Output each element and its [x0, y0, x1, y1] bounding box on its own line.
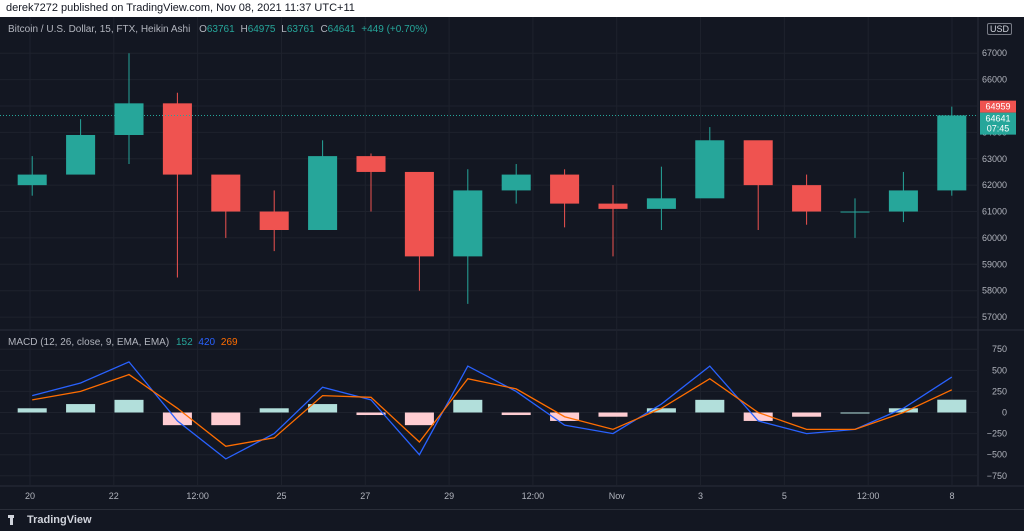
- candle-body[interactable]: [356, 156, 386, 172]
- candle-body[interactable]: [162, 103, 192, 175]
- candle-body[interactable]: [598, 203, 628, 209]
- candle-body[interactable]: [259, 211, 289, 230]
- macd-tick-label: 0: [1002, 408, 1007, 418]
- candle-body[interactable]: [792, 185, 822, 212]
- candle-body[interactable]: [453, 190, 483, 257]
- time-tick-label: 5: [782, 491, 787, 501]
- last-price-label: 64641: [985, 114, 1010, 124]
- macd-hist-value: 152: [175, 337, 193, 348]
- candle-body[interactable]: [937, 115, 967, 191]
- candle-body[interactable]: [695, 140, 725, 199]
- price-tick-label: 60000: [982, 233, 1007, 243]
- macd-tick-label: 250: [992, 386, 1007, 396]
- macd-tick-label: −750: [987, 471, 1007, 481]
- tradingview-logo[interactable]: TradingView: [8, 514, 92, 526]
- candle-body[interactable]: [501, 174, 531, 191]
- macd-tick-label: 500: [992, 365, 1007, 375]
- price-tick-label: 59000: [982, 259, 1007, 269]
- macd-histogram-bar[interactable]: [598, 412, 628, 417]
- macd-title[interactable]: MACD (12, 26, close, 9, EMA, EMA): [8, 337, 169, 348]
- high-value: 64975: [247, 24, 276, 35]
- price-tick-label: 63000: [982, 154, 1007, 164]
- tradingview-logo-icon: [8, 515, 22, 525]
- open-value: 63761: [206, 24, 235, 35]
- high-price-label: 64959: [985, 102, 1010, 112]
- macd-line[interactable]: [32, 361, 953, 460]
- macd-histogram-bar[interactable]: [695, 399, 725, 413]
- macd-legend: MACD (12, 26, close, 9, EMA, EMA) 152 42…: [8, 337, 238, 348]
- close-label: C: [320, 24, 328, 35]
- macd-histogram-bar[interactable]: [840, 412, 870, 414]
- chart-svg[interactable]: 6700066000650006400063000620006100060000…: [0, 0, 1024, 509]
- macd-tick-label: −500: [987, 450, 1007, 460]
- candle-body[interactable]: [840, 211, 870, 213]
- macd-tick-label: 750: [992, 344, 1007, 354]
- candle-body[interactable]: [550, 174, 580, 204]
- change-value: +449 (+0.70%): [361, 24, 428, 35]
- macd-histogram-bar[interactable]: [404, 412, 434, 426]
- time-tick-label: 20: [25, 491, 35, 501]
- candle-body[interactable]: [308, 156, 338, 230]
- macd-histogram-bar[interactable]: [501, 412, 531, 416]
- time-tick-label: 12:00: [857, 491, 880, 501]
- time-tick-label: 22: [109, 491, 119, 501]
- macd-histogram-bar[interactable]: [453, 399, 483, 413]
- macd-histogram-bar[interactable]: [162, 412, 192, 426]
- macd-signal-value: 269: [220, 337, 238, 348]
- currency-label[interactable]: USD: [987, 23, 1013, 35]
- candle-body[interactable]: [743, 140, 773, 186]
- macd-line-value: 420: [198, 337, 216, 348]
- low-value: 63761: [286, 24, 315, 35]
- price-tick-label: 58000: [982, 286, 1007, 296]
- macd-histogram-bar[interactable]: [211, 412, 241, 426]
- time-tick-label: 25: [276, 491, 286, 501]
- macd-histogram-bar[interactable]: [356, 412, 386, 416]
- price-tick-label: 67000: [982, 48, 1007, 58]
- candle-body[interactable]: [114, 103, 144, 135]
- close-value: 64641: [327, 24, 356, 35]
- macd-tick-label: −250: [987, 429, 1007, 439]
- time-tick-label: 12:00: [186, 491, 209, 501]
- macd-histogram-bar[interactable]: [17, 408, 47, 413]
- price-tick-label: 62000: [982, 180, 1007, 190]
- bar-countdown-label: 07:45: [987, 124, 1010, 134]
- macd-histogram-bar[interactable]: [937, 399, 967, 413]
- price-legend: Bitcoin / U.S. Dollar, 15, FTX, Heikin A…: [8, 24, 427, 35]
- macd-histogram-bar[interactable]: [792, 412, 822, 417]
- time-tick-label: 27: [360, 491, 370, 501]
- tradingview-brand: TradingView: [27, 514, 92, 526]
- footer-bar: TradingView: [0, 509, 1024, 531]
- symbol-title[interactable]: Bitcoin / U.S. Dollar, 15, FTX, Heikin A…: [8, 24, 190, 35]
- time-tick-label: 29: [444, 491, 454, 501]
- candle-body[interactable]: [17, 174, 47, 186]
- macd-histogram-bar[interactable]: [259, 408, 289, 413]
- candle-body[interactable]: [646, 198, 676, 209]
- open-label: O: [199, 24, 207, 35]
- price-tick-label: 61000: [982, 207, 1007, 217]
- time-tick-label: 3: [698, 491, 703, 501]
- candle-body[interactable]: [888, 190, 918, 212]
- time-tick-label: 12:00: [522, 491, 545, 501]
- macd-histogram-bar[interactable]: [114, 399, 144, 413]
- candle-body[interactable]: [66, 135, 96, 175]
- signal-line[interactable]: [32, 373, 953, 447]
- macd-histogram-bar[interactable]: [66, 404, 96, 413]
- candle-body[interactable]: [404, 171, 434, 257]
- high-label: H: [240, 24, 248, 35]
- time-tick-label: Nov: [609, 491, 626, 501]
- time-tick-label: 8: [949, 491, 954, 501]
- price-tick-label: 66000: [982, 75, 1007, 85]
- candle-body[interactable]: [211, 174, 241, 212]
- price-tick-label: 57000: [982, 312, 1007, 322]
